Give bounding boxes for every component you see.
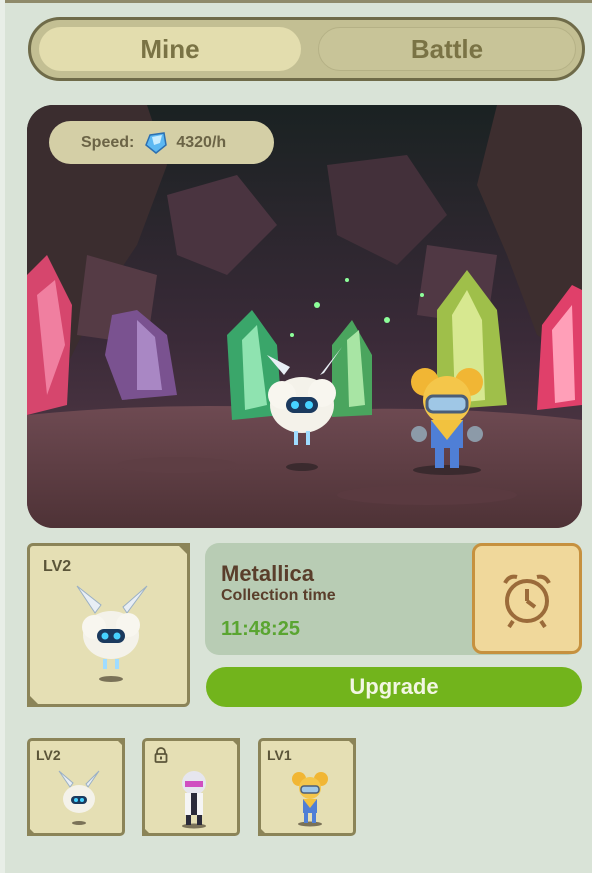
cloud-robot-thumb <box>58 770 100 825</box>
mode-tabs: Mine Battle <box>28 17 585 81</box>
mine-scene <box>27 105 582 528</box>
slot-level: LV1 <box>267 747 292 763</box>
goggles-girl-thumb <box>292 772 328 827</box>
upgrade-button[interactable]: Upgrade <box>206 667 582 707</box>
lock-icon <box>154 747 168 763</box>
slot-corner <box>27 826 37 836</box>
card-corner <box>27 693 41 707</box>
slot-corner <box>346 738 356 748</box>
slot-corner <box>142 826 152 836</box>
speed-value: 4320/h <box>176 133 227 151</box>
slot-corner <box>115 738 125 748</box>
scientist-thumb <box>182 771 206 829</box>
tab-mine[interactable]: Mine <box>39 27 301 71</box>
collection-time-label: Collection time <box>221 587 336 604</box>
selected-level: LV2 <box>43 558 72 575</box>
top-border <box>0 0 592 3</box>
left-edge <box>0 0 5 873</box>
selected-character-card[interactable]: LV2 <box>27 543 190 707</box>
cloud-robot-portrait <box>76 585 148 682</box>
character-slot-1[interactable]: LV2 <box>27 738 125 836</box>
character-name: Metallica <box>221 561 314 586</box>
collect-clock-button[interactable] <box>472 543 582 654</box>
collection-timer: 11:48:25 <box>221 618 300 640</box>
alarm-clock-icon <box>503 574 551 628</box>
tab-battle[interactable]: Battle <box>318 27 576 71</box>
speed-indicator: Speed: 4320/h <box>49 121 274 164</box>
diamond-gem-icon <box>145 131 168 154</box>
slot-corner <box>258 826 268 836</box>
slot-corner <box>230 738 240 748</box>
slot-level: LV2 <box>36 747 61 763</box>
card-corner <box>176 543 190 557</box>
speed-label: Speed: <box>81 133 135 151</box>
character-slot-2[interactable] <box>142 738 240 836</box>
character-slot-3[interactable]: LV1 <box>258 738 356 836</box>
